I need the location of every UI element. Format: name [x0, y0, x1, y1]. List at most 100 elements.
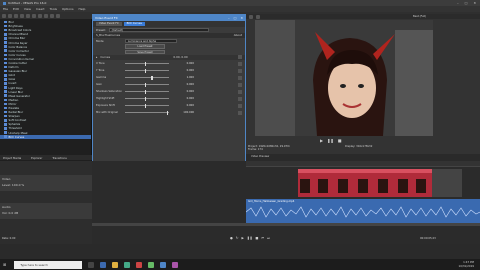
- slider-thumb[interactable]: [166, 110, 169, 115]
- param-value[interactable]: 0.000: [172, 69, 194, 72]
- keyframe-toggle-icon[interactable]: [238, 110, 242, 115]
- expand-icon[interactable]: ▸: [96, 55, 97, 59]
- paste-icon[interactable]: [44, 13, 48, 18]
- param-value[interactable]: 0.000: [172, 104, 194, 107]
- split-screen-icon[interactable]: [256, 14, 260, 19]
- slider-thumb[interactable]: [144, 68, 147, 73]
- pause-icon[interactable]: ❚❚: [327, 138, 334, 143]
- keyframe-toggle-icon[interactable]: [238, 96, 242, 101]
- render-icon[interactable]: [26, 13, 30, 18]
- go-end-icon[interactable]: ⏭: [267, 236, 270, 240]
- video-clip[interactable]: [298, 169, 432, 197]
- keyframe-toggle-icon[interactable]: [238, 82, 242, 87]
- close-icon[interactable]: ✕: [240, 16, 243, 20]
- edge-icon[interactable]: [100, 261, 107, 268]
- param-value[interactable]: 0.000: [172, 97, 194, 100]
- keyframe-toggle-icon[interactable]: [238, 68, 242, 73]
- slider-thumb[interactable]: [144, 89, 147, 94]
- param-value[interactable]: 0.000: [172, 62, 194, 65]
- param-value[interactable]: 0.000: [172, 83, 194, 86]
- close-icon[interactable]: ✕: [473, 1, 476, 5]
- param-slider[interactable]: [125, 61, 169, 66]
- keyframe-toggle-icon[interactable]: [238, 61, 242, 66]
- slider-thumb[interactable]: [144, 82, 147, 87]
- taskbar-search[interactable]: Type here to search: [14, 260, 83, 269]
- timeline-scrollbar[interactable]: [92, 223, 480, 226]
- minimize-icon[interactable]: –: [457, 1, 459, 5]
- new-icon[interactable]: [2, 13, 6, 18]
- task-view-icon[interactable]: [88, 261, 95, 268]
- redo-icon[interactable]: [56, 13, 60, 18]
- record-icon[interactable]: ●: [230, 236, 233, 240]
- properties-icon[interactable]: [20, 13, 24, 18]
- time-ruler[interactable]: [246, 161, 480, 167]
- audio-track-header[interactable]: Audio Vol: 0.0 dB: [0, 203, 92, 219]
- save-icon[interactable]: [14, 13, 18, 18]
- param-value[interactable]: 0.000: [172, 90, 194, 93]
- cut-icon[interactable]: [32, 13, 36, 18]
- preset-dropdown[interactable]: (Default): [108, 27, 209, 32]
- save-preset-button[interactable]: Save Preset: [125, 49, 165, 54]
- copy-icon[interactable]: [38, 13, 42, 18]
- menu-insert[interactable]: Insert: [36, 7, 45, 11]
- go-start-icon[interactable]: ⏮: [261, 236, 264, 240]
- mail-icon[interactable]: [136, 261, 143, 268]
- store-icon[interactable]: [124, 261, 131, 268]
- system-clock[interactable]: 1:47 PM 10/31/2019: [459, 261, 480, 268]
- param-slider[interactable]: [125, 75, 169, 80]
- menu-edit[interactable]: Edit: [13, 7, 19, 11]
- param-slider[interactable]: [125, 103, 169, 108]
- param-slider[interactable]: [125, 96, 169, 101]
- menu-file[interactable]: File: [3, 7, 8, 11]
- keyframe-toggle-icon[interactable]: [238, 103, 242, 108]
- slider-thumb[interactable]: [151, 75, 153, 80]
- pause-icon[interactable]: ❚❚: [247, 236, 252, 240]
- slider-thumb[interactable]: [144, 61, 147, 66]
- param-value[interactable]: 1.000: [172, 76, 194, 79]
- tab-explorer[interactable]: Explorer: [31, 156, 42, 160]
- audio-clip[interactable]: Girl_Horns_Halloween_Grading.mp4: [245, 199, 480, 223]
- param-slider[interactable]: [125, 89, 169, 94]
- menu-tools[interactable]: Tools: [50, 7, 57, 11]
- video-track-header[interactable]: Video Level: 100.0 %: [0, 175, 92, 191]
- menu-help[interactable]: Help: [79, 7, 86, 11]
- param-slider[interactable]: [125, 82, 169, 87]
- loop-icon[interactable]: ↻: [236, 236, 239, 240]
- about-link[interactable]: About: [234, 33, 242, 37]
- explorer-icon[interactable]: [112, 261, 119, 268]
- preview-tab[interactable]: Video Preview: [248, 155, 480, 160]
- preview-quality[interactable]: Best (Full): [413, 15, 426, 18]
- keyframe-toggle-icon[interactable]: [238, 55, 242, 60]
- slider-thumb[interactable]: [144, 96, 147, 101]
- load-preset-button[interactable]: Load Preset: [125, 44, 165, 49]
- vegas-icon[interactable]: [160, 261, 167, 268]
- chrome-icon[interactable]: [148, 261, 155, 268]
- preview-settings-icon[interactable]: [249, 14, 253, 19]
- param-slider[interactable]: [125, 68, 169, 73]
- app-icon: [3, 1, 6, 5]
- play-icon[interactable]: ▶: [320, 138, 323, 143]
- fx-chain-event[interactable]: Video Event FX: [96, 22, 122, 26]
- stop-icon[interactable]: ■: [338, 138, 342, 143]
- open-icon[interactable]: [8, 13, 12, 18]
- maximize-icon[interactable]: □: [234, 16, 237, 20]
- play-icon[interactable]: ▶: [241, 236, 243, 240]
- slider-thumb[interactable]: [144, 103, 147, 108]
- windows-start-icon[interactable]: ⊞: [3, 262, 6, 267]
- stop-icon[interactable]: ■: [255, 236, 258, 240]
- param-slider[interactable]: [125, 110, 169, 115]
- menu-view[interactable]: View: [24, 7, 31, 11]
- keyframe-toggle-icon[interactable]: [238, 75, 242, 80]
- tab-transitions[interactable]: Transitions: [52, 156, 66, 160]
- undo-icon[interactable]: [50, 13, 54, 18]
- param-value[interactable]: 100.000: [172, 111, 194, 114]
- tab-project-media[interactable]: Project Media: [3, 156, 21, 160]
- keyframe-toggle-icon[interactable]: [238, 89, 242, 94]
- minimize-icon[interactable]: –: [228, 16, 230, 20]
- fx-chain-plugin[interactable]: BCC Curves: [123, 22, 145, 26]
- menu-options[interactable]: Options: [62, 7, 74, 11]
- plugin-tree-item[interactable]: BCC Curves: [0, 134, 91, 139]
- app-icon[interactable]: [172, 261, 179, 268]
- mode-dropdown[interactable]: Luminance and Alpha: [125, 38, 177, 43]
- maximize-icon[interactable]: □: [465, 1, 468, 5]
